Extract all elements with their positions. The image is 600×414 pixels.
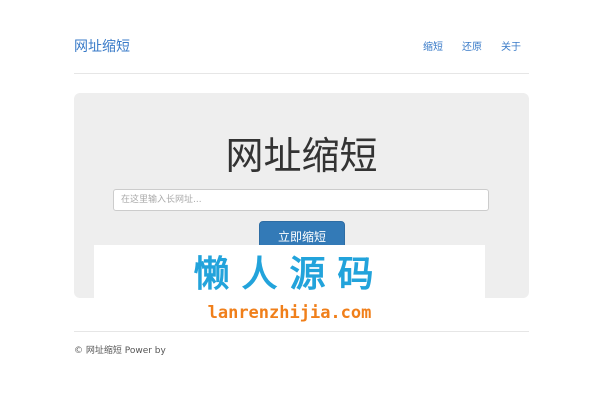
footer-divider — [74, 331, 529, 332]
long-url-input[interactable] — [113, 189, 489, 211]
footer-copyright: © 网址缩短 Power by — [74, 346, 166, 356]
page: 网址缩短 缩短 还原 关于 网址缩短 立即缩短 懒人源码 lanrenzhiji… — [0, 0, 600, 414]
watermark-chinese-text: 懒人源码 — [193, 254, 386, 295]
header-divider — [74, 73, 529, 74]
nav-item-restore[interactable]: 还原 — [462, 42, 482, 54]
hero-title: 网址缩短 — [225, 134, 378, 178]
nav-item-shorten[interactable]: 缩短 — [423, 42, 443, 54]
nav-item-about[interactable]: 关于 — [501, 42, 521, 54]
site-title-link[interactable]: 网址缩短 — [74, 38, 130, 56]
watermark-overlay: 懒人源码 lanrenzhijia.com — [94, 245, 485, 330]
watermark-domain-text: lanrenzhijia.com — [207, 303, 372, 323]
